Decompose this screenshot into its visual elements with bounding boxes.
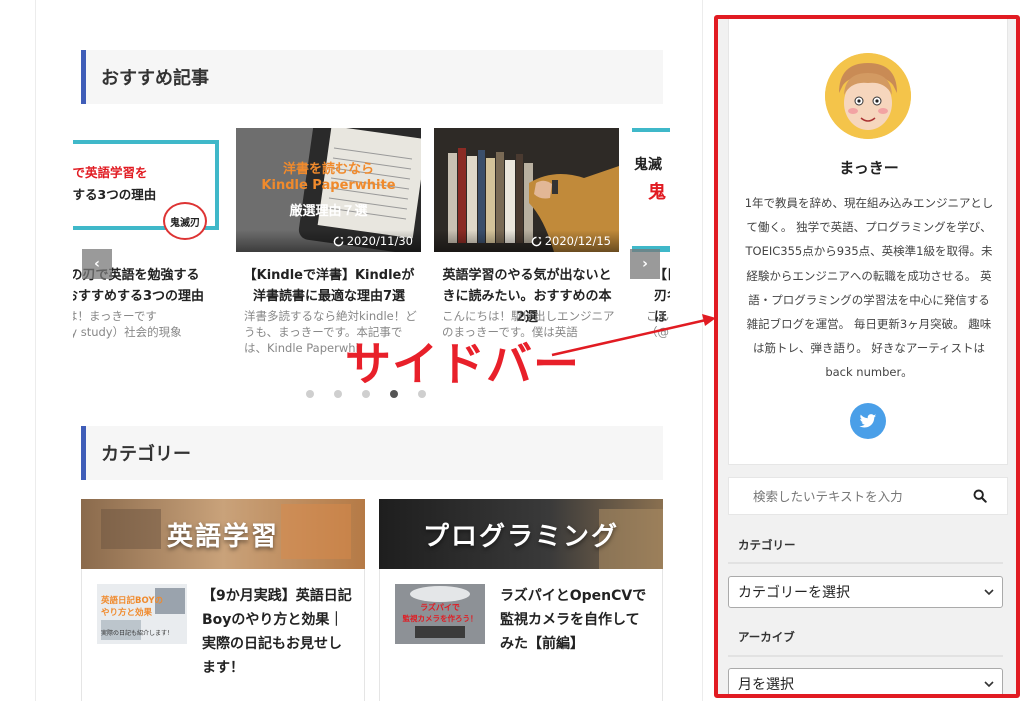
card-thumb-text: ススメする3つの理由: [73, 187, 157, 202]
carousel-prev-button[interactable]: ‹: [82, 249, 112, 279]
carousel-next-button[interactable]: ›: [630, 249, 660, 279]
category-thumb-caption: 実際の日記も紹介します！: [101, 630, 174, 637]
archive-widget-title: アーカイブ: [738, 630, 795, 644]
category-banner[interactable]: プログラミング: [379, 499, 663, 569]
main-column-left-border: [35, 0, 36, 701]
carousel-card[interactable]: 鬼滅 鬼 【目 刃名 ほ こんい （@n: [632, 128, 670, 368]
recommended-section-header: おすすめ記事: [81, 50, 663, 104]
archive-select[interactable]: 月を選択: [728, 668, 1003, 694]
profile-name: まっきー: [839, 159, 899, 177]
card-thumbnail: 2020/12/15: [434, 128, 619, 252]
category-banner-label: 英語学習: [166, 521, 279, 552]
update-icon: [333, 236, 344, 246]
chevron-right-icon: ›: [642, 256, 648, 272]
category-card-english[interactable]: 英語学習 英語日記BOYの やり方と効果 実際の日記も紹介します！ 【9か月実践…: [81, 499, 365, 701]
category-select[interactable]: カテゴリーを選択: [728, 576, 1003, 608]
profile-widget: まっきー 1年で教員を辞め、現在組み込みエンジニアとして働く。 独学で英語、プロ…: [728, 19, 1008, 465]
category-thumb-text: 監視カメラを作ろう！: [402, 614, 478, 623]
category-post-thumbnail[interactable]: 英語日記BOYの やり方と効果 実際の日記も紹介します！: [97, 584, 187, 644]
card-thumb-text: 滅の刃で英語学習を: [73, 165, 148, 180]
card-excerpt: こんい （@n: [646, 309, 670, 339]
card-date: 2020/11/30: [333, 234, 413, 248]
chevron-down-icon: [984, 589, 994, 596]
profile-bio: 1年で教員を辞め、現在組み込みエンジニアとして働く。 独学で英語、プログラミング…: [744, 196, 994, 380]
card-date: 2020/12/15: [531, 234, 611, 248]
widget-divider: [728, 655, 1003, 657]
chevron-left-icon: ‹: [94, 256, 100, 272]
category-banner[interactable]: 英語学習: [81, 499, 365, 569]
annotation-label: サイドバー: [345, 337, 580, 391]
category-widget-title: カテゴリー: [738, 538, 796, 552]
chevron-down-icon: [984, 681, 994, 688]
search-icon[interactable]: [973, 489, 987, 503]
card-date-text: 2020/12/15: [544, 234, 611, 248]
card-excerpt: こちは！まっきーです nakky study）社会的現象: [73, 309, 182, 339]
card-thumbnail: 鬼滅 鬼: [632, 128, 670, 252]
card-thumbnail: 滅の刃で英語学習を ススメする3つの理由 鬼滅刃: [73, 128, 220, 252]
card-thumb-text: 鬼滅: [634, 157, 662, 173]
search-input[interactable]: [729, 478, 964, 514]
category-thumb-text: やり方と効果: [101, 608, 153, 618]
card-thumb-text: 洋書を読むなら: [282, 162, 374, 177]
category-post-thumbnail[interactable]: ラズパイで 監視カメラを作ろう！: [395, 584, 485, 644]
category-post-title[interactable]: 【9か月実践】英語日記Boyのやり方と効果｜実際の日記もお見せします！: [202, 584, 352, 680]
category-section-header: カテゴリー: [81, 426, 663, 480]
anime-logo: 鬼滅刃: [163, 202, 207, 240]
category-banner-label: プログラミング: [422, 521, 619, 552]
recommended-section-title: おすすめ記事: [101, 68, 209, 89]
category-select-value: カテゴリーを選択: [738, 585, 850, 601]
category-thumb-text: ラズパイで: [420, 603, 460, 612]
update-icon: [531, 236, 542, 246]
carousel-dot[interactable]: [334, 390, 342, 398]
card-thumb-text: 厳選理由７選: [289, 204, 368, 219]
card-date-text: 2020/11/30: [346, 234, 413, 248]
sidebar-highlight-frame: まっきー 1年で教員を辞め、現在組み込みエンジニアとして働く。 独学で英語、プロ…: [714, 15, 1020, 698]
category-section-title: カテゴリー: [101, 444, 191, 465]
carousel-card[interactable]: 滅の刃で英語学習を ススメする3つの理由 鬼滅刃 滅の刃で英語を勉強する をおす…: [73, 128, 220, 368]
category-post-title[interactable]: ラズパイとOpenCVで監視カメラを自作してみた【前編】: [500, 584, 650, 656]
category-card-programming[interactable]: プログラミング ラズパイで 監視カメラを作ろう！ ラズパイとOpenCVで監視カ…: [379, 499, 663, 701]
twitter-follow-button[interactable]: [850, 403, 886, 439]
card-thumbnail: 洋書を読むなら Kindle Paperwhite 厳選理由７選 2020/11…: [236, 128, 421, 252]
avatar[interactable]: [825, 53, 911, 139]
card-thumb-text: 鬼: [648, 182, 666, 203]
card-title[interactable]: 【Kindleで洋書】Kindleが洋書読書に最適な理由7選: [240, 265, 418, 307]
twitter-icon: [859, 413, 877, 427]
category-thumb-text: 英語日記BOYの: [101, 596, 164, 606]
widget-divider: [728, 562, 1003, 564]
card-thumb-text: Kindle Paperwhite: [261, 178, 396, 193]
search-widget: [728, 477, 1008, 515]
archive-select-value: 月を選択: [738, 677, 794, 693]
main-column-right-border: [702, 0, 703, 701]
carousel-dot[interactable]: [306, 390, 314, 398]
